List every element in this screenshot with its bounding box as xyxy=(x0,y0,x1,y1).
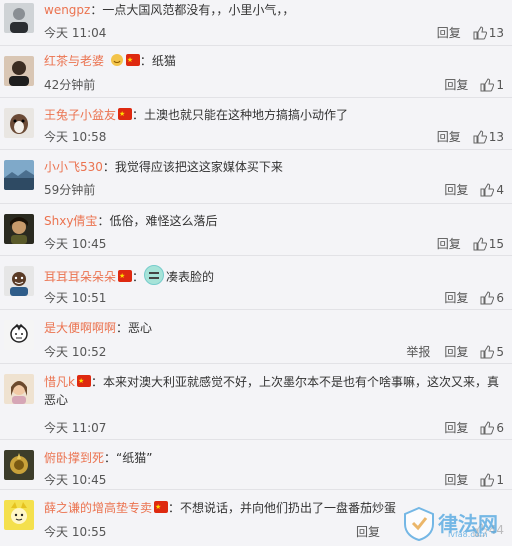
comment-username[interactable]: 俯卧撑到死 xyxy=(44,451,104,465)
thumbs-up-icon xyxy=(480,472,495,486)
comment-username[interactable]: wengpz xyxy=(44,3,90,17)
comment-item: 惜凡k：本来对澳大利亚就感觉不好，上次墨尔本不是也有个啥事嘛，这次又来，真恶心 … xyxy=(0,364,512,440)
reply-button[interactable]: 回复 xyxy=(444,181,468,198)
comment-username[interactable]: 王兔子小盆友 xyxy=(44,108,116,122)
thumbs-up-icon xyxy=(480,420,495,434)
comment-time: 59分钟前 xyxy=(44,183,96,197)
thumbs-up-icon xyxy=(473,25,487,39)
reply-button[interactable]: 回复 xyxy=(437,235,461,252)
comment-text: 纸猫 xyxy=(151,54,176,68)
comment-text: 我觉得应该把这这家媒体买下来 xyxy=(114,160,283,174)
reply-button[interactable]: 回复 xyxy=(444,76,468,93)
report-button[interactable]: 举报 xyxy=(406,343,430,360)
comment-username[interactable]: 惜凡k xyxy=(44,375,75,389)
comment-item: Shxy倩宝：低俗，难怪这么落后 今天 10:45 回复 15 xyxy=(0,204,512,256)
flag-badge-icon xyxy=(118,267,133,285)
like-count: 15 xyxy=(488,236,504,251)
comment-time: 今天 10:55 xyxy=(44,525,107,539)
like-count: 1 xyxy=(496,472,504,487)
waving-hand-icon xyxy=(110,53,124,67)
like-button[interactable]: 13 xyxy=(473,26,504,40)
comment-text: 土澳也就只能在这种地方搞搞小动作了 xyxy=(144,108,349,122)
comment-item: 小小飞530：我觉得应该把这这家媒体买下来 59分钟前 回复 4 xyxy=(0,150,512,204)
reply-button[interactable]: 回复 xyxy=(356,523,380,540)
comment-text: “纸猫” xyxy=(116,451,153,465)
comment-text: 凑表脸的 xyxy=(166,270,215,284)
avatar[interactable] xyxy=(4,3,34,33)
flag-badge-icon xyxy=(154,498,169,516)
reply-button[interactable]: 回复 xyxy=(444,471,468,488)
smirk-emoji-icon xyxy=(144,265,165,285)
avatar[interactable] xyxy=(4,500,34,530)
thumbs-up-icon xyxy=(480,182,495,196)
comment-time: 今天 11:04 xyxy=(44,26,107,40)
comment-text: 不想说话，并向他们扔出了一盘番茄炒蛋 xyxy=(180,501,397,515)
like-button[interactable]: 13 xyxy=(473,130,504,144)
shield-logo-icon xyxy=(404,506,434,542)
reply-button[interactable]: 回复 xyxy=(437,24,461,41)
comment-text: 低俗，难怪这么落后 xyxy=(109,214,218,228)
comment-item: 红茶与老婆 ：纸猫 42分钟前 回复 1 xyxy=(0,46,512,98)
reply-button[interactable]: 回复 xyxy=(444,419,468,436)
comment-time: 今天 10:51 xyxy=(44,291,107,305)
flag-badge-icon xyxy=(118,105,133,123)
flag-badge-icon xyxy=(125,51,140,69)
avatar[interactable] xyxy=(4,108,34,138)
thumbs-up-icon xyxy=(473,129,487,143)
like-count: 6 xyxy=(496,290,504,305)
comment-time: 今天 10:58 xyxy=(44,130,107,144)
like-button[interactable]: 1 xyxy=(480,473,504,487)
like-count: 13 xyxy=(488,25,504,40)
thumbs-up-icon xyxy=(480,344,495,358)
avatar[interactable] xyxy=(4,320,34,350)
flag-badge-icon xyxy=(76,372,91,390)
comment-time: 今天 10:52 xyxy=(44,345,107,359)
comment-username[interactable]: 薛之谦的增高垫专卖 xyxy=(44,501,152,515)
reply-button[interactable]: 回复 xyxy=(437,128,461,145)
comment-item: 俯卧撑到死：“纸猫” 今天 10:45 回复 1 xyxy=(0,440,512,490)
like-button[interactable]: 1 xyxy=(480,78,504,92)
like-button[interactable]: 5 xyxy=(480,345,504,359)
avatar[interactable] xyxy=(4,214,34,244)
site-watermark: 律法网 lvfa8.com xyxy=(402,504,510,544)
comment-time: 今天 10:45 xyxy=(44,237,107,251)
avatar[interactable] xyxy=(4,374,34,404)
thumbs-up-icon xyxy=(480,77,495,91)
comment-username[interactable]: 耳耳耳朵朵朵 xyxy=(44,270,116,284)
thumbs-up-icon xyxy=(480,290,495,304)
like-count: 6 xyxy=(496,420,504,435)
like-count: 13 xyxy=(488,129,504,144)
comment-username[interactable]: Shxy倩宝 xyxy=(44,214,97,228)
like-button[interactable]: 6 xyxy=(480,421,504,435)
comment-username[interactable]: 小小飞530 xyxy=(44,160,103,174)
avatar[interactable] xyxy=(4,160,34,190)
comment-item: 是大便啊啊啊：恶心 今天 10:52 举报 回复 5 xyxy=(0,310,512,364)
avatar[interactable] xyxy=(4,450,34,480)
like-count: 5 xyxy=(496,344,504,359)
comment-text: 本来对澳大利亚就感觉不好，上次墨尔本不是也有个啥事嘛，这次又来，真恶心 xyxy=(44,375,499,407)
thumbs-up-icon xyxy=(473,236,487,250)
avatar[interactable] xyxy=(4,56,34,86)
like-count: 1 xyxy=(496,77,504,92)
like-button[interactable]: 15 xyxy=(473,237,504,251)
comment-item: 耳耳耳朵朵朵：凑表脸的 今天 10:51 回复 6 xyxy=(0,256,512,310)
comment-text: 恶心 xyxy=(128,321,153,335)
reply-button[interactable]: 回复 xyxy=(444,343,468,360)
comment-time: 今天 10:45 xyxy=(44,473,107,487)
comment-username[interactable]: 是大便啊啊啊 xyxy=(44,321,116,335)
comment-username[interactable]: 红茶与老婆 xyxy=(44,54,104,68)
reply-button[interactable]: 回复 xyxy=(444,289,468,306)
watermark-domain: lvfa8.com xyxy=(448,530,488,539)
comment-time: 42分钟前 xyxy=(44,78,96,92)
avatar[interactable] xyxy=(4,266,34,296)
comment-feed: wengpz：一点大国风范都没有，，小里小气，， 今天 11:04 回复 13 … xyxy=(0,0,512,546)
comment-text: 一点大国风范都没有，，小里小气，， xyxy=(102,3,295,17)
like-button[interactable]: 6 xyxy=(480,291,504,305)
like-count: 4 xyxy=(496,182,504,197)
comment-item: 王兔子小盆友：土澳也就只能在这种地方搞搞小动作了 今天 10:58 回复 13 xyxy=(0,98,512,150)
like-button[interactable]: 4 xyxy=(480,183,504,197)
comment-time: 今天 11:07 xyxy=(44,421,107,435)
comment-item: wengpz：一点大国风范都没有，，小里小气，， 今天 11:04 回复 13 xyxy=(0,0,512,46)
